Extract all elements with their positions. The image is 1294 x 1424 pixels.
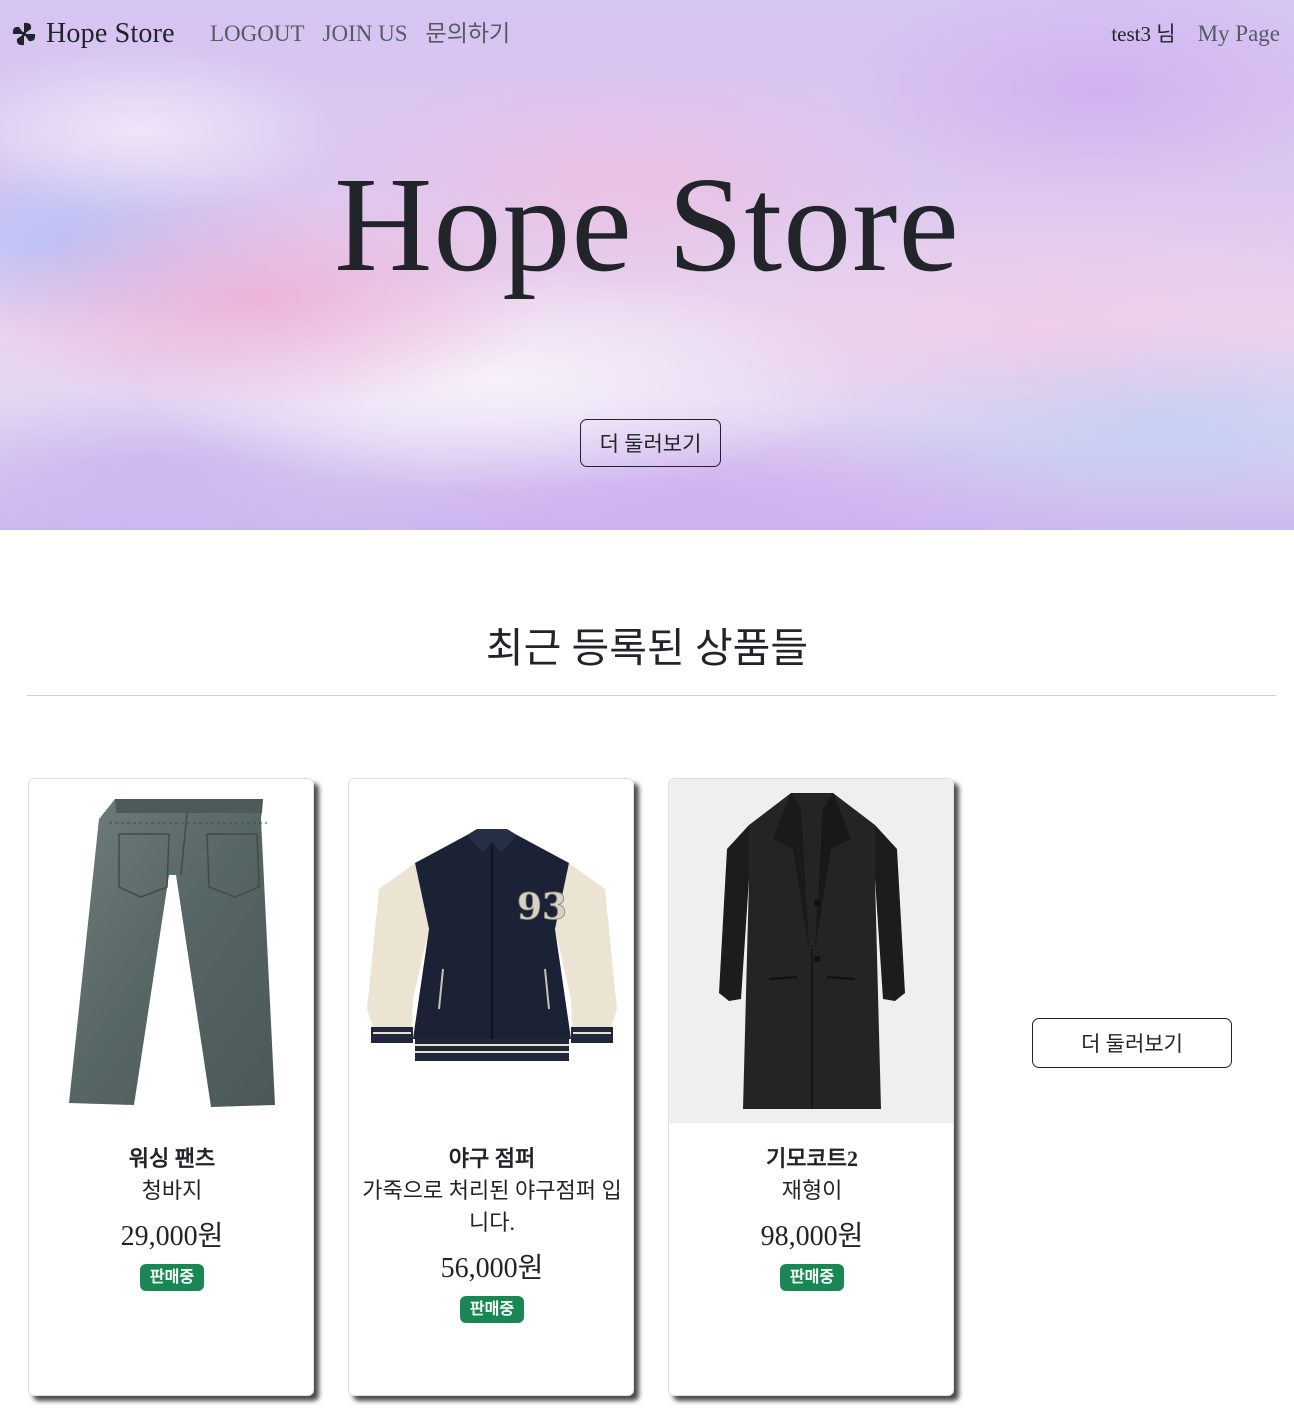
black-coat-image [669,779,953,1123]
card-body: 기모코트2 재형이 98,000원 판매중 [669,1143,953,1291]
product-price: 56,000원 [440,1253,544,1284]
status-badge: 판매중 [459,1296,525,1323]
product-description: 가죽으로 처리된 야구점퍼 입니다. [362,1178,622,1235]
product-description: 재형이 [781,1178,843,1203]
product-name: 야구 점퍼 [448,1146,536,1171]
card-body: 야구 점퍼 가죽으로 처리된 야구점퍼 입니다. 56,000원 판매중 [349,1143,633,1323]
brand-link[interactable]: Hope Store [10,14,175,54]
user-greeting: test3 님 [1111,22,1176,46]
hero-title: Hope Store [334,150,960,300]
nav-user-area: test3 님 My Page [1111,14,1280,54]
product-name: 기모코트2 [766,1146,858,1171]
status-badge: 판매중 [139,1264,205,1291]
join-us-link[interactable]: JOIN US [323,14,408,54]
product-card[interactable]: 워싱 팬츠 청바지 29,000원 판매중 [28,778,314,1396]
pinwheel-icon [12,22,36,46]
card-body: 워싱 팬츠 청바지 29,000원 판매중 [29,1143,313,1291]
product-price: 29,000원 [120,1221,224,1252]
product-description: 청바지 [141,1178,203,1203]
varsity-jacket-image: 93 [349,779,633,1123]
jeans-image [29,779,313,1123]
nav-links: LOGOUT JOIN US 문의하기 [210,14,528,54]
product-card[interactable]: 기모코트2 재형이 98,000원 판매중 [668,778,954,1396]
recent-products-title: 최근 등록된 상품들 [485,625,809,671]
product-grid: 워싱 팬츠 청바지 29,000원 판매중 93 야구 점퍼 가죽으로 처리된 … [28,778,1268,1398]
product-name: 워싱 팬츠 [128,1146,216,1171]
brand-name: Hope Store [46,18,175,49]
inquiry-link[interactable]: 문의하기 [426,14,511,54]
logout-link[interactable]: LOGOUT [210,14,305,54]
hero-banner: Hope Store LOGOUT JOIN US 문의하기 test3 님 M… [0,0,1294,530]
svg-text:93: 93 [517,886,567,928]
mypage-link[interactable]: My Page [1198,14,1280,54]
navbar: Hope Store LOGOUT JOIN US 문의하기 test3 님 M… [0,0,1294,68]
more-products-button[interactable]: 더 둘러보기 [1032,1018,1232,1068]
section-divider [27,695,1276,696]
status-badge: 판매중 [779,1264,845,1291]
product-price: 98,000원 [760,1221,864,1252]
hero-browse-button[interactable]: 더 둘러보기 [580,419,721,467]
product-card[interactable]: 93 야구 점퍼 가죽으로 처리된 야구점퍼 입니다. 56,000원 판매중 [348,778,634,1396]
